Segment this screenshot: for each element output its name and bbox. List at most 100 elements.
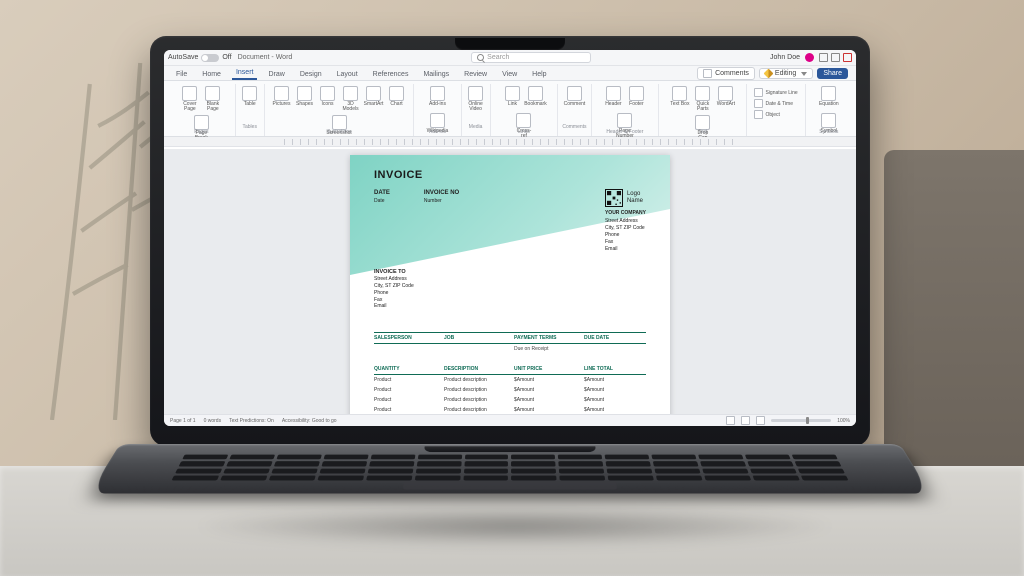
billto-line[interactable]: Email: [374, 303, 646, 310]
status-item[interactable]: Page 1 of 1: [170, 418, 196, 424]
view-read-icon[interactable]: [726, 416, 735, 425]
document-canvas[interactable]: INVOICE DATE Date INVOICE NO Number: [164, 149, 856, 414]
item-cell[interactable]: Product: [374, 387, 436, 393]
item-cell[interactable]: $Amount: [584, 407, 646, 413]
user-avatar-icon[interactable]: [805, 53, 814, 62]
ribbon-comment-button[interactable]: Comment: [564, 86, 584, 110]
close-icon[interactable]: [843, 53, 852, 62]
ribbon-quick-parts-button[interactable]: Quick Parts: [693, 86, 713, 112]
maximize-icon[interactable]: [831, 53, 840, 62]
ribbon-text-box-button[interactable]: Text Box: [670, 86, 690, 110]
meta-header-row[interactable]: SALESPERSONJOBPAYMENT TERMSDUE DATE: [374, 332, 646, 344]
company-line[interactable]: Street Address: [605, 218, 646, 225]
meta-header-cell[interactable]: SALESPERSON: [374, 335, 436, 341]
invoice-title[interactable]: INVOICE: [374, 169, 646, 181]
invoice-no-value[interactable]: Number: [424, 198, 459, 205]
item-cell[interactable]: $Amount: [584, 397, 646, 403]
tab-review[interactable]: Review: [460, 69, 491, 80]
item-cell[interactable]: Product: [374, 377, 436, 383]
ribbon-add-ins-button[interactable]: Add-ins: [427, 86, 447, 110]
meta-value-cell[interactable]: Due on Receipt: [514, 346, 576, 352]
item-row[interactable]: ProductProduct description$Amount$Amount: [374, 385, 646, 395]
tab-file[interactable]: File: [172, 69, 191, 80]
bill-to-address[interactable]: Street AddressCity, ST ZIP CodePhoneFaxE…: [374, 276, 646, 310]
tab-draw[interactable]: Draw: [264, 69, 288, 80]
meta-value-cell[interactable]: [444, 346, 506, 352]
ribbon-object-button[interactable]: Object: [754, 110, 797, 119]
item-header-cell[interactable]: UNIT PRICE: [514, 366, 576, 372]
invoice-no-label[interactable]: INVOICE NO: [424, 189, 459, 197]
billto-line[interactable]: Street Address: [374, 276, 646, 283]
meta-header-cell[interactable]: PAYMENT TERMS: [514, 335, 576, 341]
ribbon-link-button[interactable]: Link: [502, 86, 522, 110]
billto-line[interactable]: Phone: [374, 290, 646, 297]
billto-line[interactable]: City, ST ZIP Code: [374, 283, 646, 290]
status-item[interactable]: Text Predictions: On: [229, 418, 274, 424]
ribbon-equation-button[interactable]: Equation: [819, 86, 839, 110]
ruler[interactable]: [164, 137, 856, 147]
item-row[interactable]: Product Product description $Amount $Amount: [374, 405, 646, 414]
ribbon-pictures-button[interactable]: Pictures: [272, 86, 292, 110]
item-row[interactable]: Product Product description $Amount $Amount: [374, 375, 646, 385]
item-cell[interactable]: Product description: [444, 377, 506, 383]
tab-help[interactable]: Help: [528, 69, 550, 80]
ribbon-chart-button[interactable]: Chart: [387, 86, 407, 110]
meta-values-row[interactable]: Due on Receipt: [374, 344, 646, 354]
meta-value-cell[interactable]: [584, 346, 646, 352]
logo-text-2[interactable]: Name: [627, 198, 643, 205]
status-item[interactable]: Accessibility: Good to go: [282, 418, 337, 424]
meta-header-cell[interactable]: JOB: [444, 335, 506, 341]
item-header-cell[interactable]: DESCRIPTION: [444, 366, 506, 372]
items-body[interactable]: Product Product description $Amount $Amount…: [374, 375, 646, 414]
ribbon-date-time-button[interactable]: Date & Time: [754, 99, 797, 108]
tab-references[interactable]: References: [369, 69, 413, 80]
ribbon-shapes-button[interactable]: Shapes: [295, 86, 315, 110]
item-cell[interactable]: $Amount: [584, 387, 646, 393]
minimize-icon[interactable]: [819, 53, 828, 62]
ribbon--d-models-button[interactable]: 3D Models: [341, 86, 361, 112]
item-cell[interactable]: Product description: [444, 407, 506, 413]
autosave-toggle[interactable]: AutoSave Off: [168, 54, 232, 62]
search-box[interactable]: Search: [471, 52, 591, 63]
ribbon-icons-button[interactable]: Icons: [318, 86, 338, 110]
item-cell[interactable]: $Amount: [514, 377, 576, 383]
company-address[interactable]: Street AddressCity, ST ZIP CodePhoneFaxE…: [605, 218, 646, 253]
ribbon-footer-button[interactable]: Footer: [626, 86, 646, 110]
share-button[interactable]: Share: [817, 68, 848, 79]
tab-design[interactable]: Design: [296, 69, 326, 80]
status-item[interactable]: 0 words: [204, 418, 222, 424]
item-header-cell[interactable]: LINE TOTAL: [584, 366, 646, 372]
comments-button[interactable]: Comments: [697, 67, 755, 80]
ribbon-table-button[interactable]: Table: [240, 86, 260, 110]
logo-placeholder[interactable]: LogoName: [605, 189, 646, 207]
item-cell[interactable]: Product: [374, 407, 436, 413]
ribbon-header-button[interactable]: Header: [603, 86, 623, 110]
item-cell[interactable]: Product description: [444, 387, 506, 393]
billto-line[interactable]: Fax: [374, 297, 646, 304]
your-company-label[interactable]: YOUR COMPANY: [605, 210, 646, 217]
company-line[interactable]: Phone: [605, 232, 646, 239]
tab-layout[interactable]: Layout: [333, 69, 362, 80]
editing-mode-button[interactable]: Editing: [759, 68, 813, 79]
tab-view[interactable]: View: [498, 69, 521, 80]
company-line[interactable]: City, ST ZIP Code: [605, 225, 646, 232]
tab-mailings[interactable]: Mailings: [419, 69, 453, 80]
tab-insert[interactable]: Insert: [232, 67, 258, 80]
ribbon-blank-page-button[interactable]: Blank Page: [203, 86, 223, 112]
ribbon-wordart-button[interactable]: WordArt: [716, 86, 736, 110]
item-header-cell[interactable]: QUANTITY: [374, 366, 436, 372]
view-print-icon[interactable]: [741, 416, 750, 425]
ribbon-bookmark-button[interactable]: Bookmark: [525, 86, 545, 110]
item-cell[interactable]: $Amount: [514, 397, 576, 403]
item-cell[interactable]: $Amount: [584, 377, 646, 383]
zoom-slider[interactable]: [771, 419, 831, 422]
view-web-icon[interactable]: [756, 416, 765, 425]
items-header-row[interactable]: QUANTITY DESCRIPTION UNIT PRICE LINE TOTAL: [374, 364, 646, 375]
ribbon-smartart-button[interactable]: SmartArt: [364, 86, 384, 110]
item-cell[interactable]: $Amount: [514, 407, 576, 413]
item-row[interactable]: ProductProduct description$Amount$Amount: [374, 395, 646, 405]
ribbon-signature-line-button[interactable]: Signature Line: [754, 88, 797, 97]
item-cell[interactable]: Product description: [444, 397, 506, 403]
ribbon-cover-page-button[interactable]: Cover Page: [180, 86, 200, 112]
bill-to-label[interactable]: INVOICE TO: [374, 269, 646, 276]
